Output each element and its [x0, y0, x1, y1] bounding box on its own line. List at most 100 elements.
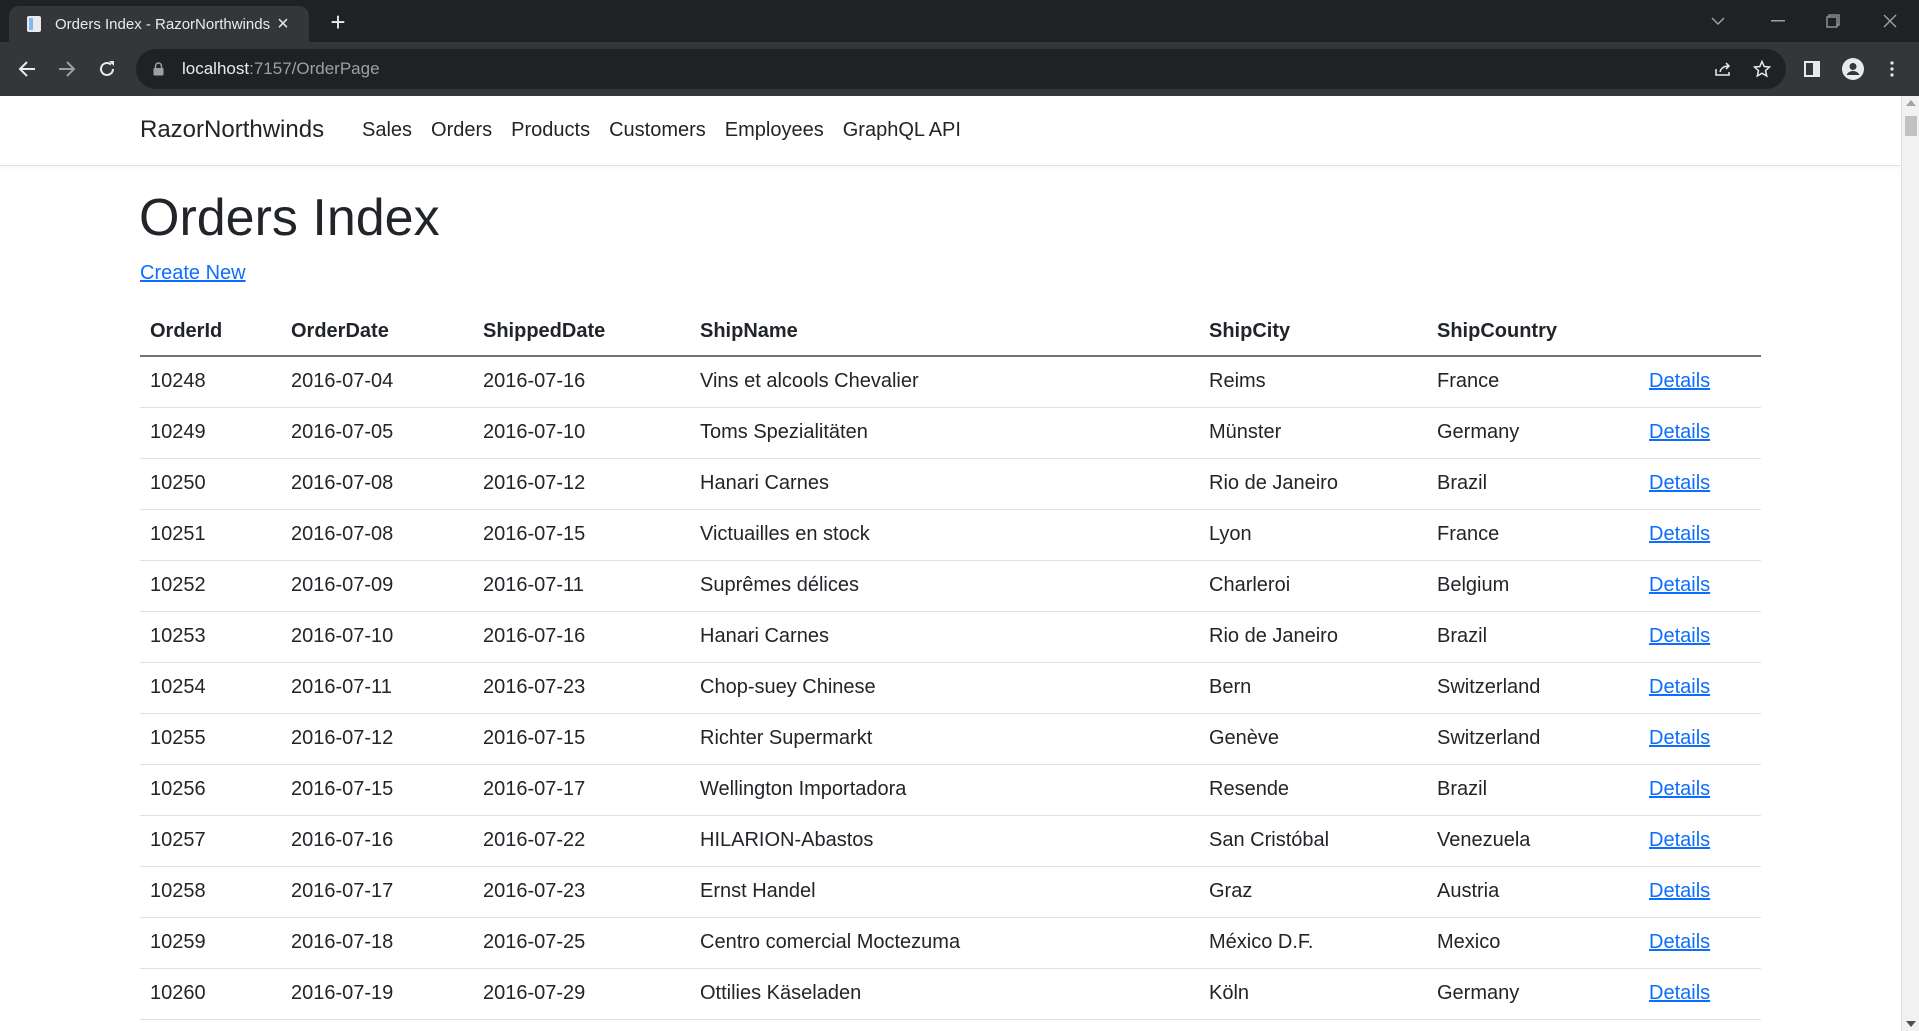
details-link[interactable]: Details: [1649, 829, 1710, 851]
restore-icon[interactable]: [1805, 0, 1861, 42]
tab-search-icon[interactable]: [1690, 0, 1746, 42]
cell-ship-city: Reims: [1199, 356, 1427, 408]
cell-order-date: 2016-07-18: [281, 917, 473, 969]
back-arrow-icon[interactable]: [11, 53, 43, 85]
details-link[interactable]: Details: [1649, 727, 1710, 749]
forward-arrow-icon[interactable]: [51, 53, 83, 85]
table-row: 10255 2016-07-12 2016-07-15 Richter Supe…: [140, 713, 1761, 765]
table-row: 10252 2016-07-09 2016-07-11 Suprêmes dél…: [140, 560, 1761, 612]
cell-actions: Details: [1639, 713, 1761, 765]
browser-tab[interactable]: Orders Index - RazorNorthwinds ×: [9, 6, 309, 42]
site-brand[interactable]: RazorNorthwinds: [140, 116, 324, 144]
cell-ship-city: Resende: [1199, 764, 1427, 816]
close-window-icon[interactable]: [1862, 0, 1918, 42]
scroll-down-icon[interactable]: [1906, 1021, 1916, 1027]
cell-ship-city: Rio de Janeiro: [1199, 458, 1427, 510]
cell-ship-city: Köln: [1199, 968, 1427, 1020]
cell-order-id: 10255: [140, 713, 281, 765]
column-header: ShipName: [690, 308, 1199, 357]
cell-ship-city: Rio de Janeiro: [1199, 611, 1427, 663]
bookmark-star-icon[interactable]: [1746, 53, 1778, 85]
new-tab-icon[interactable]: +: [322, 7, 354, 37]
cell-ship-city: Lyon: [1199, 509, 1427, 561]
nav-link-orders[interactable]: Orders: [431, 119, 492, 142]
nav-link-products[interactable]: Products: [511, 119, 590, 142]
column-header: ShipCity: [1199, 308, 1427, 357]
cell-ship-country: Brazil: [1427, 611, 1639, 663]
cell-order-date: 2016-07-05: [281, 407, 473, 459]
details-link[interactable]: Details: [1649, 523, 1710, 545]
details-link[interactable]: Details: [1649, 421, 1710, 443]
create-new-link[interactable]: Create New: [140, 262, 246, 285]
cell-ship-city: San Cristóbal: [1199, 815, 1427, 867]
cell-ship-country: Germany: [1427, 407, 1639, 459]
cell-ship-country: France: [1427, 356, 1639, 408]
cell-actions: Details: [1639, 815, 1761, 867]
cell-ship-name: Toms Spezialitäten: [690, 407, 1199, 459]
cell-order-date: 2016-07-11: [281, 662, 473, 714]
minimize-icon[interactable]: [1750, 0, 1806, 42]
column-header: [1639, 308, 1761, 357]
details-link[interactable]: Details: [1649, 472, 1710, 494]
cell-actions: Details: [1639, 764, 1761, 816]
page-icon: [25, 15, 43, 33]
address-bar[interactable]: localhost:7157/OrderPage: [136, 49, 1786, 89]
cell-shipped-date: 2016-07-10: [473, 407, 690, 459]
cell-ship-name: Chop-suey Chinese: [690, 662, 1199, 714]
site-navbar: RazorNorthwinds Sales Orders Products Cu…: [0, 96, 1901, 166]
cell-order-date: 2016-07-15: [281, 764, 473, 816]
url-path: :7157/OrderPage: [249, 59, 380, 78]
cell-order-id: 10250: [140, 458, 281, 510]
scrollbar-thumb[interactable]: [1905, 116, 1917, 136]
cell-actions: Details: [1639, 509, 1761, 561]
cell-order-date: 2016-07-08: [281, 509, 473, 561]
reload-icon[interactable]: [91, 53, 123, 85]
profile-avatar-icon[interactable]: [1837, 53, 1869, 85]
details-link[interactable]: Details: [1649, 370, 1710, 392]
cell-shipped-date: 2016-07-22: [473, 815, 690, 867]
table-row: 10258 2016-07-17 2016-07-23 Ernst Handel…: [140, 866, 1761, 918]
cell-order-id: 10257: [140, 815, 281, 867]
share-icon[interactable]: [1707, 53, 1739, 85]
cell-actions: Details: [1639, 611, 1761, 663]
details-link[interactable]: Details: [1649, 982, 1710, 1004]
details-link[interactable]: Details: [1649, 931, 1710, 953]
cell-actions: Details: [1639, 866, 1761, 918]
cell-actions: Details: [1639, 458, 1761, 510]
details-link[interactable]: Details: [1649, 574, 1710, 596]
scroll-up-icon[interactable]: [1906, 100, 1916, 106]
nav-link-customers[interactable]: Customers: [609, 119, 706, 142]
nav-link-graphql-api[interactable]: GraphQL API: [843, 119, 961, 142]
cell-ship-name: Richter Supermarkt: [690, 713, 1199, 765]
table-row: 10256 2016-07-15 2016-07-17 Wellington I…: [140, 764, 1761, 816]
page-scrollbar[interactable]: [1901, 96, 1919, 1031]
nav-link-sales[interactable]: Sales: [362, 119, 412, 142]
cell-order-date: 2016-07-09: [281, 560, 473, 612]
details-link[interactable]: Details: [1649, 625, 1710, 647]
close-tab-icon[interactable]: ×: [271, 14, 295, 34]
cell-order-id: 10260: [140, 968, 281, 1020]
url-host: localhost: [182, 59, 250, 78]
cell-order-date: 2016-07-10: [281, 611, 473, 663]
cell-ship-country: Switzerland: [1427, 662, 1639, 714]
column-header: ShippedDate: [473, 308, 690, 357]
lock-icon[interactable]: [150, 61, 166, 77]
table-row: 10250 2016-07-08 2016-07-12 Hanari Carne…: [140, 458, 1761, 510]
side-panel-icon[interactable]: [1796, 53, 1828, 85]
cell-ship-country: Switzerland: [1427, 713, 1639, 765]
cell-ship-name: Suprêmes délices: [690, 560, 1199, 612]
nav-link-employees[interactable]: Employees: [725, 119, 824, 142]
details-link[interactable]: Details: [1649, 778, 1710, 800]
details-link[interactable]: Details: [1649, 676, 1710, 698]
cell-order-date: 2016-07-08: [281, 458, 473, 510]
cell-shipped-date: 2016-07-15: [473, 713, 690, 765]
browser-toolbar: localhost:7157/OrderPage: [0, 42, 1919, 96]
cell-order-date: 2016-07-17: [281, 866, 473, 918]
table-row: 10257 2016-07-16 2016-07-22 HILARION-Aba…: [140, 815, 1761, 867]
cell-actions: Details: [1639, 662, 1761, 714]
table-row: 10249 2016-07-05 2016-07-10 Toms Spezial…: [140, 407, 1761, 459]
cell-ship-country: Belgium: [1427, 560, 1639, 612]
details-link[interactable]: Details: [1649, 880, 1710, 902]
tab-title: Orders Index - RazorNorthwinds: [55, 15, 271, 33]
menu-kebab-icon[interactable]: [1876, 53, 1908, 85]
